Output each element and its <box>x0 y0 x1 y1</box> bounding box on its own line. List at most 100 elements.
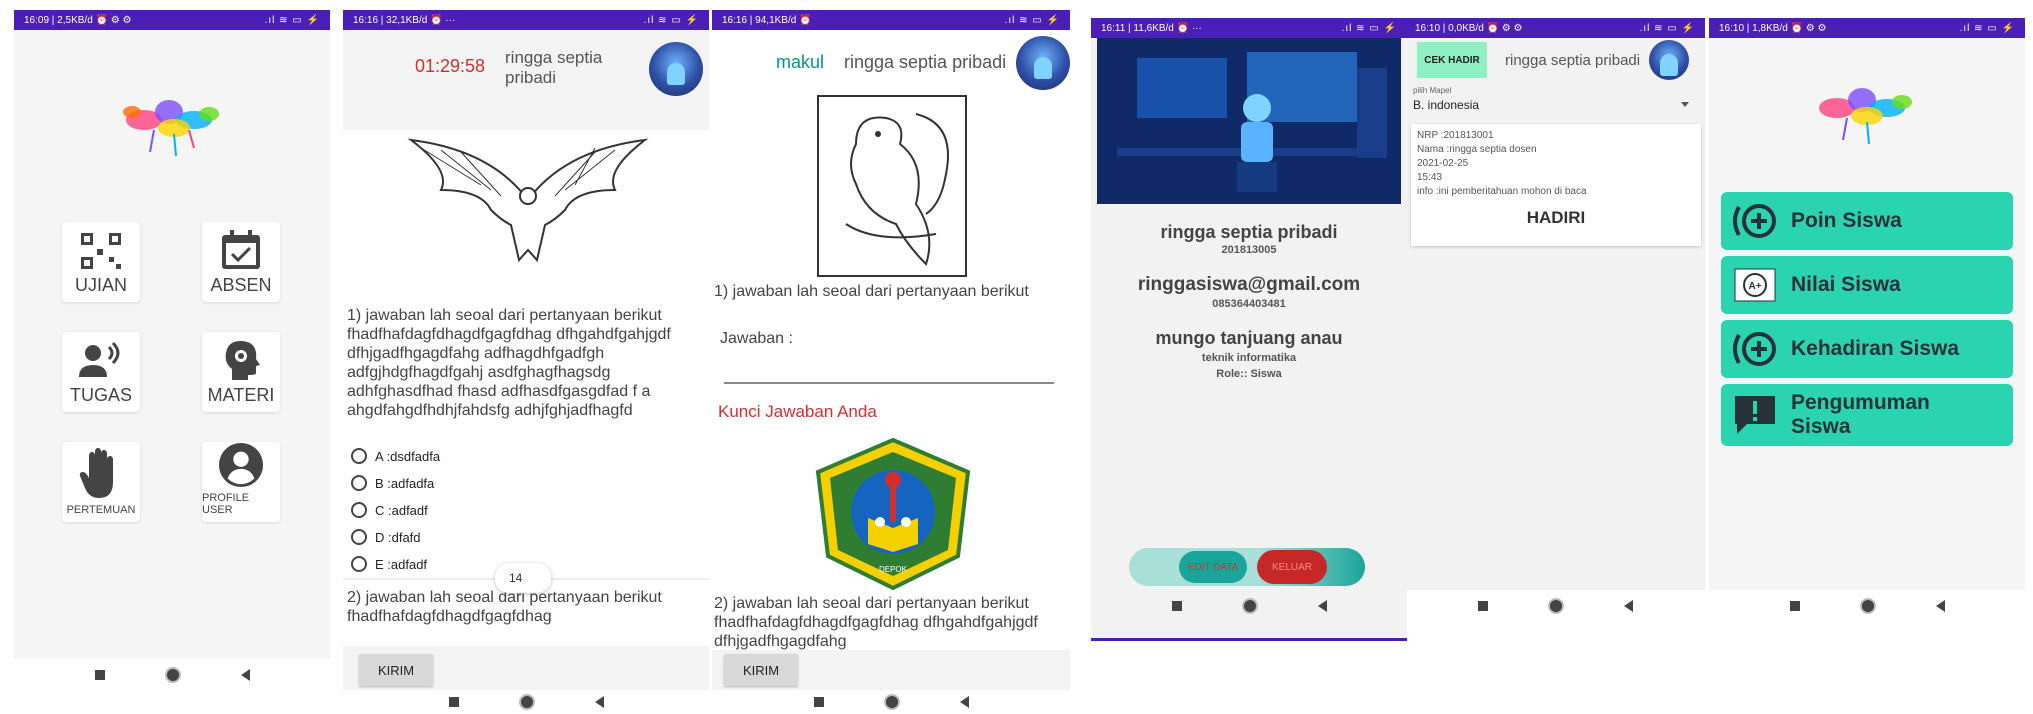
home-icon[interactable] <box>883 694 900 710</box>
card-line: 15:43 <box>1417 172 1443 183</box>
header-illustration <box>1097 38 1401 204</box>
qr-code-icon <box>81 233 121 269</box>
nav-bar-5 <box>1405 586 1705 626</box>
option-label: E :adfadf <box>375 556 428 572</box>
back-icon[interactable] <box>959 696 969 708</box>
radio-button[interactable] <box>351 475 367 491</box>
add-circle-icon <box>1729 329 1781 369</box>
profile-nim: 201813005 <box>1221 244 1277 256</box>
back-icon[interactable] <box>1623 600 1633 612</box>
recents-icon[interactable] <box>1477 601 1488 611</box>
avatar[interactable] <box>649 42 703 96</box>
status-icons: .ıl ≋ ▭ ⚡ <box>1639 22 1695 34</box>
back-icon[interactable] <box>1935 600 1945 612</box>
add-circle-icon <box>1729 201 1781 241</box>
menu-pengumuman-siswa[interactable]: Pengumuman Siswa <box>1721 384 2013 446</box>
question-1: 1) jawaban lah seoal dari pertanyaan ber… <box>347 307 671 419</box>
question-2: 2) jawaban lah seoal dari pertanyaan ber… <box>714 595 1038 650</box>
tile-ujian[interactable]: UJIAN <box>62 222 140 302</box>
school-badge-logo: DEPOK <box>815 437 971 591</box>
menu-label: Kehadiran Siswa <box>1791 337 1960 360</box>
status-text: 16:16 | 94,1KB/d ⏰ <box>722 14 812 26</box>
tile-label: UJIAN <box>74 275 127 295</box>
submit-button[interactable]: KIRIM <box>359 654 433 686</box>
card-line: 2021-02-25 <box>1417 158 1469 169</box>
menu-label: Nilai Siswa <box>1791 273 1901 296</box>
attend-button[interactable]: HADIRI <box>1411 208 1701 228</box>
option-b[interactable]: B :adfadfa <box>351 475 434 491</box>
radio-button[interactable] <box>351 529 367 545</box>
profile-name: ringga septia pribadi <box>1160 222 1338 242</box>
answer-key-title: Kunci Jawaban Anda <box>718 402 877 421</box>
card-line: Nama :ringga septia dosen <box>1417 144 1537 155</box>
radio-button[interactable] <box>351 502 367 518</box>
option-d[interactable]: D :dfafd <box>351 529 421 545</box>
screen-student-menu: 16:10 | 1,8KB/d ⏰ ⚙ ⚙ .ıl ≋ ▭ ⚡ Poin Sis… <box>1709 18 2025 590</box>
profile-role: Role:: Siswa <box>1216 368 1282 380</box>
status-bar: 16:16 | 32,1KB/d ⏰ ··· .ıl ≋ ▭ ⚡ <box>343 10 709 30</box>
submit-button[interactable]: KIRIM <box>724 654 798 686</box>
tile-label: ABSEN <box>210 275 272 295</box>
home-icon[interactable] <box>518 694 535 710</box>
recents-icon[interactable] <box>94 670 105 680</box>
recents-icon[interactable] <box>1789 601 1800 611</box>
tile-materi[interactable]: MATERI <box>202 332 280 412</box>
avatar[interactable] <box>1016 36 1070 90</box>
mapel-dropdown[interactable]: B. indonesia <box>1413 96 1697 118</box>
screen-attendance: 16:10 | 0,0KB/d ⏰ ⚙ ⚙ .ıl ≋ ▭ ⚡ CEK HADI… <box>1405 18 1705 590</box>
option-c[interactable]: C :adfadf <box>351 502 428 518</box>
tile-absen[interactable]: ABSEN <box>202 222 280 302</box>
exam-timer: 01:29:58 <box>415 56 486 76</box>
head-gear-icon <box>225 341 260 380</box>
screen-exam: 16:16 | 32,1KB/d ⏰ ··· .ıl ≋ ▭ ⚡ 01:29:5… <box>343 10 709 690</box>
back-icon[interactable] <box>594 696 604 708</box>
subject-link[interactable]: makul <box>776 52 824 73</box>
nav-bar-4 <box>1091 586 1407 626</box>
answer-label: Jawaban : <box>720 330 793 347</box>
back-icon[interactable] <box>1317 600 1327 612</box>
option-a[interactable]: A :dsdfadfa <box>351 448 440 464</box>
home-icon[interactable] <box>164 667 181 683</box>
menu-label: Pengumuman Siswa <box>1791 391 1930 438</box>
action-bar <box>1129 548 1365 586</box>
recents-icon[interactable] <box>448 697 459 707</box>
answer-input[interactable] <box>724 382 1054 384</box>
profile-address: mungo tanjuang anau <box>1155 328 1343 348</box>
announcement-card: NRP :201813001 Nama :ringga septia dosen… <box>1411 124 1701 246</box>
page-badge: 14 <box>495 563 551 593</box>
back-icon[interactable] <box>240 669 250 681</box>
parrot-image <box>817 95 967 277</box>
home-icon[interactable] <box>1547 598 1564 614</box>
svg-text:A+: A+ <box>1748 281 1761 292</box>
avatar[interactable] <box>1649 40 1689 80</box>
status-bar: 16:16 | 94,1KB/d ⏰ .ıl ≋ ▭ ⚡ <box>712 10 1070 30</box>
tile-pertemuan[interactable]: PERTEMUAN <box>62 442 140 522</box>
announcement-icon <box>1729 395 1781 435</box>
user-name: ringga septia pribadi <box>1505 52 1641 69</box>
mapel-value: B. indonesia <box>1413 98 1480 112</box>
card-line: info :ini pemberitahuan mohon di baca <box>1417 186 1587 197</box>
tile-profile-user[interactable]: PROFILE USER <box>202 442 280 522</box>
recents-icon[interactable] <box>1171 601 1182 611</box>
edit-data-button[interactable]: EDIT DATA <box>1179 551 1247 583</box>
status-bar: 16:09 | 2,5KB/d ⏰ ⚙ ⚙ .ıl ≋ ▭ ⚡ <box>14 10 330 30</box>
radio-button[interactable] <box>351 448 367 464</box>
logout-button[interactable]: KELUAR <box>1257 550 1327 584</box>
account-circle-icon <box>218 442 264 488</box>
option-e[interactable]: E :adfadf <box>351 556 427 572</box>
status-text: 16:11 | 11,6KB/d ⏰ ··· <box>1101 22 1202 34</box>
recents-icon[interactable] <box>813 697 824 707</box>
menu-kehadiran-siswa[interactable]: Kehadiran Siswa <box>1721 320 2013 378</box>
dropdown-arrow-icon <box>1681 102 1689 107</box>
menu-nilai-siswa[interactable]: A+ Nilai Siswa <box>1721 256 2013 314</box>
home-icon[interactable] <box>1859 598 1876 614</box>
speaker-person-icon <box>79 341 120 377</box>
radio-button[interactable] <box>351 556 367 572</box>
tile-tugas[interactable]: TUGAS <box>62 332 140 412</box>
home-icon[interactable] <box>1241 598 1258 614</box>
menu-poin-siswa[interactable]: Poin Siswa <box>1721 192 2013 250</box>
user-name: ringga septia pribadi <box>505 48 603 87</box>
status-icons: .ıl ≋ ▭ ⚡ <box>1959 22 2015 34</box>
status-text: 16:16 | 32,1KB/d ⏰ ··· <box>353 14 456 26</box>
check-attendance-button[interactable]: CEK HADIR <box>1417 42 1487 78</box>
